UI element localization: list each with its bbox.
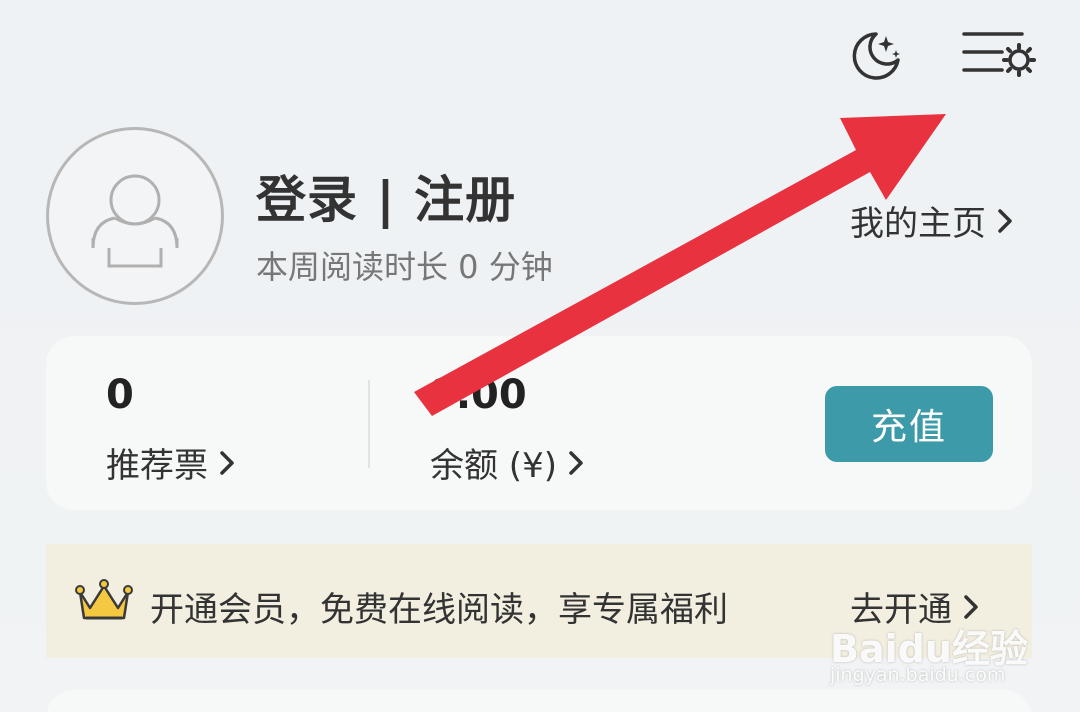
menu-settings-icon xyxy=(962,32,1036,77)
weekly-reading-time: 本周阅读时长 0 分钟 xyxy=(256,248,553,286)
default-user-avatar-icon xyxy=(91,174,179,268)
recommend-ticket-count: 0 xyxy=(106,372,134,418)
next-section-card xyxy=(46,690,1032,712)
moon-stars-icon xyxy=(852,32,900,80)
my-homepage-link[interactable]: 我的主页 xyxy=(850,196,1014,245)
watermark-url: jingyan.baidu.com xyxy=(830,664,1006,686)
chevron-right-icon xyxy=(998,208,1012,233)
chevron-right-icon xyxy=(964,594,978,619)
card-divider xyxy=(368,380,370,468)
balance-amount: 0.00 xyxy=(428,372,527,418)
balance-label: 余额 (¥) xyxy=(430,446,557,486)
chevron-right-icon xyxy=(569,450,583,475)
recommend-ticket-link[interactable]: 推荐票 xyxy=(106,438,236,487)
crown-icon xyxy=(75,579,133,620)
recharge-button[interactable]: 充值 xyxy=(825,386,993,462)
avatar[interactable] xyxy=(46,127,224,305)
settings-button[interactable] xyxy=(958,24,1038,84)
homepage-label: 我的主页 xyxy=(850,204,986,244)
balance-link[interactable]: 余额 (¥) xyxy=(430,438,585,487)
chevron-right-icon xyxy=(220,450,234,475)
login-register-link[interactable]: 登录 | 注册 xyxy=(256,160,516,232)
night-mode-button[interactable] xyxy=(846,26,906,86)
baidu-watermark: Baidu经验 jingyan.baidu.com xyxy=(830,618,1030,690)
vip-promo-text: 开通会员，免费在线阅读，享专属福利 xyxy=(150,590,728,630)
recommend-ticket-label: 推荐票 xyxy=(106,446,208,486)
